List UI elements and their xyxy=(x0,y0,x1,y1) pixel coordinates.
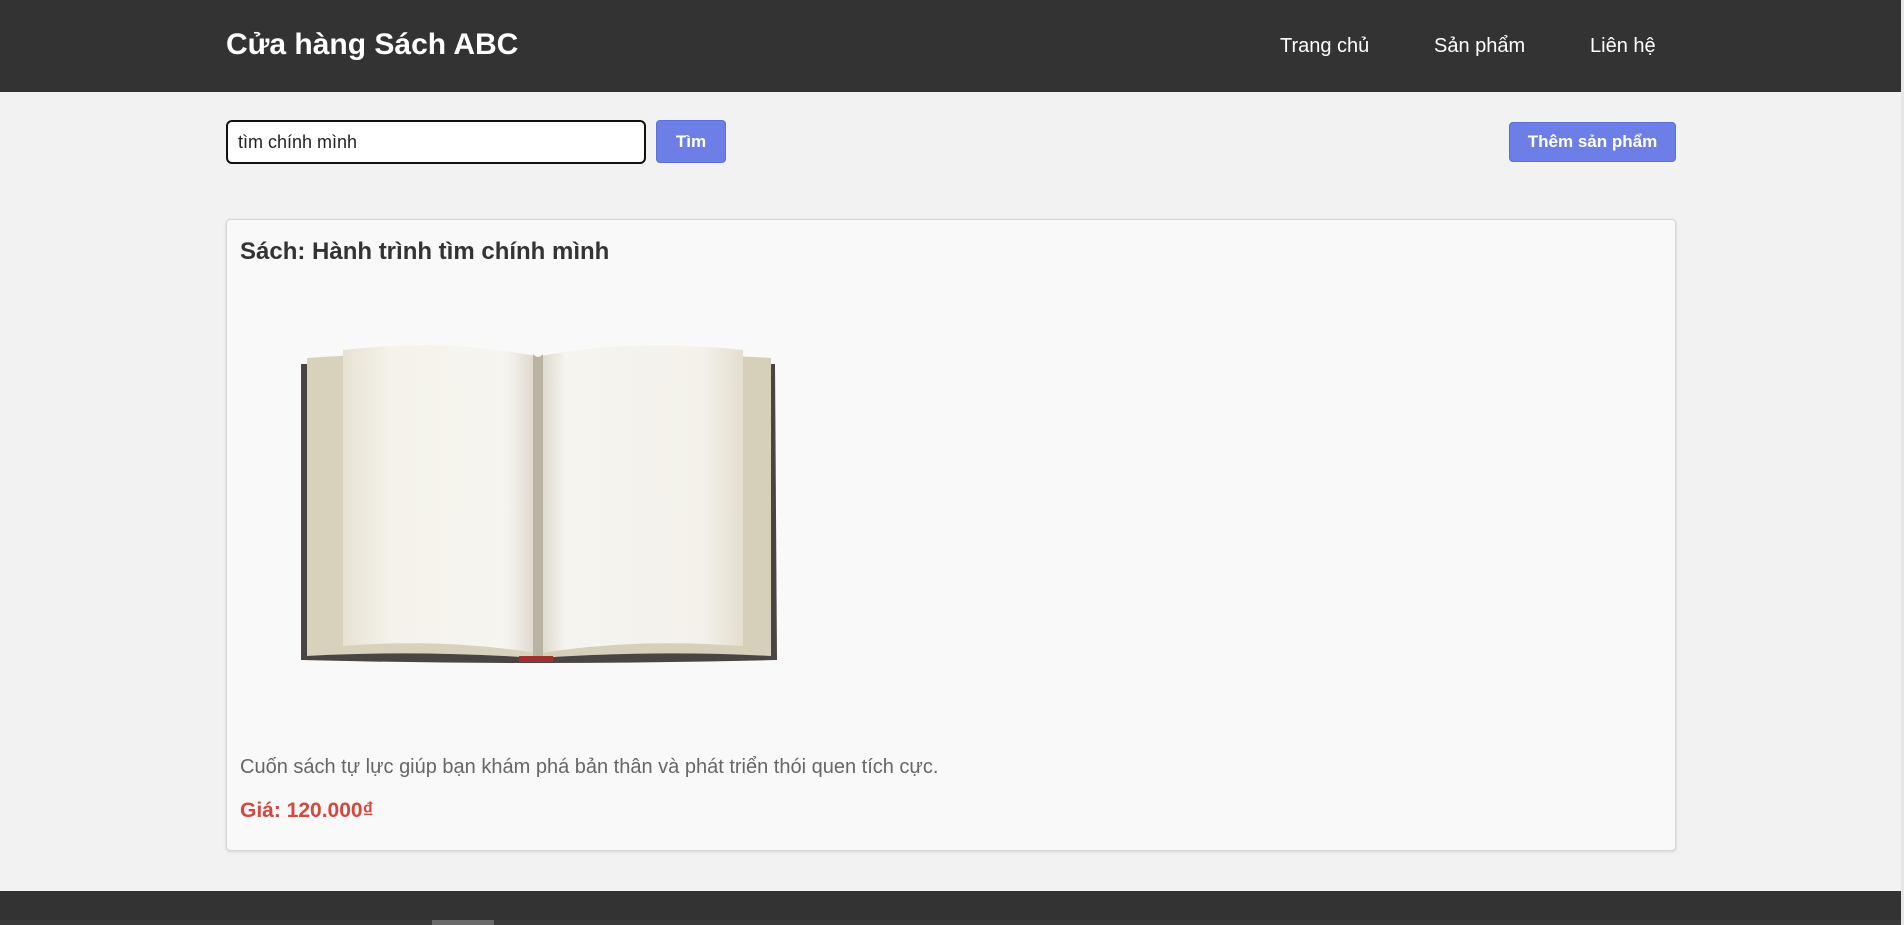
product-description: Cuốn sách tự lực giúp bạn khám phá bản t… xyxy=(240,756,939,778)
site-header: Cửa hàng Sách ABC Trang chủ Sản phẩm Liê… xyxy=(0,0,1901,92)
add-product-button[interactable]: Thêm sản phẩm xyxy=(1509,122,1676,162)
footer-bottom-bar xyxy=(0,920,1901,925)
footer-scroll-tab xyxy=(432,920,494,925)
product-title: Sách: Hành trình tìm chính mình xyxy=(240,238,610,265)
search-button[interactable]: Tìm xyxy=(656,120,726,163)
open-book-image xyxy=(301,345,777,663)
nav-link-contact[interactable]: Liên hệ xyxy=(1590,34,1656,58)
site-brand[interactable]: Cửa hàng Sách ABC xyxy=(226,28,518,62)
nav-link-products[interactable]: Sản phẩm xyxy=(1434,34,1525,58)
product-price: Giá: 120.000₫ xyxy=(240,799,374,822)
product-card: Sách: Hành trình tìm chính mình Cuốn sác… xyxy=(226,219,1676,851)
search-input[interactable] xyxy=(226,120,646,164)
nav-link-home[interactable]: Trang chủ xyxy=(1280,34,1369,58)
